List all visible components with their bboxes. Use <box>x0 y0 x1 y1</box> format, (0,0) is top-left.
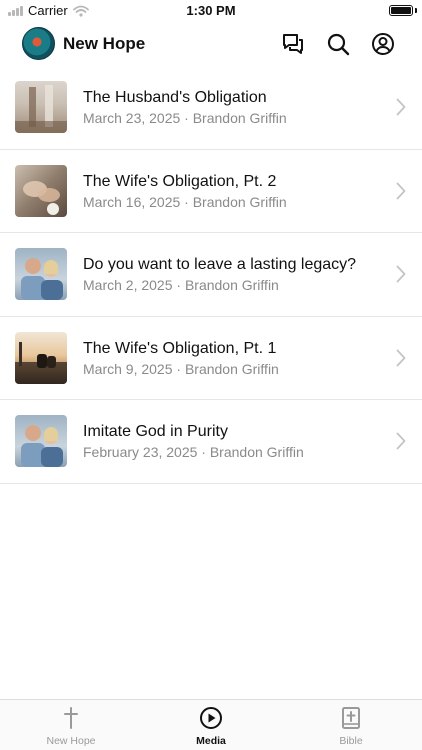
sermon-title: Imitate God in Purity <box>83 423 228 440</box>
chevron-right-icon <box>396 265 406 283</box>
sermon-thumbnail <box>15 331 67 384</box>
account-icon[interactable] <box>371 32 395 56</box>
bible-icon <box>342 707 360 729</box>
chevron-right-icon <box>396 349 406 366</box>
sermon-subtitle: March 23, 2025 · Brandon Griffin <box>83 110 287 126</box>
sermon-row[interactable]: The Wife's Obligation, Pt. 2 March 16, 2… <box>0 150 422 233</box>
sermon-subtitle: March 9, 2025 · Brandon Griffin <box>83 360 279 377</box>
sermon-row[interactable]: The Wife's Obligation, Pt. 1 March 9, 20… <box>0 317 422 400</box>
sermon-subtitle: February 23, 2025 · Brandon Griffin <box>83 444 304 460</box>
tab-label: Bible <box>339 735 363 747</box>
sermon-title: The Wife's Obligation, Pt. 1 <box>83 339 277 357</box>
sermon-thumbnail <box>15 164 67 217</box>
battery-icon <box>389 5 413 16</box>
tab-new-hope[interactable]: New Hope <box>21 706 121 747</box>
tab-media[interactable]: Media <box>161 706 261 747</box>
app-header: New Hope <box>0 24 422 64</box>
status-time: 1:30 PM <box>186 3 236 18</box>
cross-icon <box>64 707 78 729</box>
sermon-thumbnail <box>15 415 67 467</box>
sermon-list: The Husband's Obligation March 23, 2025 … <box>0 66 422 484</box>
church-logo[interactable] <box>22 27 55 60</box>
battery-nub <box>415 8 417 13</box>
tab-label: New Hope <box>46 735 96 747</box>
sermon-row[interactable]: The Husband's Obligation March 23, 2025 … <box>0 66 422 150</box>
tab-label: Media <box>196 735 226 747</box>
sermon-title: Do you want to leave a lasting legacy? <box>83 256 357 273</box>
tab-bar: New Hope Media Bible <box>0 699 422 750</box>
search-icon[interactable] <box>326 32 350 56</box>
chevron-right-icon <box>396 182 406 199</box>
sermon-title: The Husband's Obligation <box>83 89 267 106</box>
sermon-subtitle: March 2, 2025 · Brandon Griffin <box>83 277 279 293</box>
chevron-right-icon <box>396 98 406 116</box>
sermon-thumbnail <box>15 248 67 300</box>
chat-icon[interactable] <box>281 32 305 56</box>
sermon-row[interactable]: Imitate God in Purity February 23, 2025 … <box>0 400 422 484</box>
sermon-title: The Wife's Obligation, Pt. 2 <box>83 172 277 190</box>
play-icon <box>200 707 222 729</box>
status-bar: Carrier 1:30 PM <box>0 0 422 22</box>
tab-bible[interactable]: Bible <box>301 706 401 747</box>
sermon-thumbnail <box>15 81 67 133</box>
sermon-subtitle: March 16, 2025 · Brandon Griffin <box>83 193 287 210</box>
sermon-row[interactable]: Do you want to leave a lasting legacy? M… <box>0 233 422 317</box>
chevron-right-icon <box>396 432 406 450</box>
app-title: New Hope <box>63 34 146 53</box>
